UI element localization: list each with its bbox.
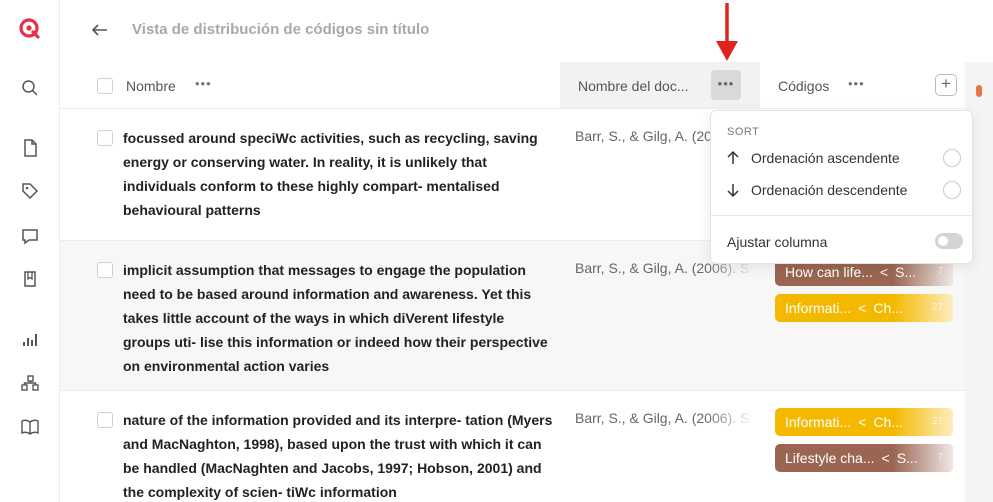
sort-ascending-option[interactable]: Ordenación ascendente bbox=[725, 148, 961, 170]
column-options-menu: SORT Ordenación ascendente Ordenación de… bbox=[710, 110, 973, 264]
menu-divider bbox=[711, 215, 972, 216]
edge-indicator bbox=[976, 85, 982, 97]
table-header: Nombre ••• Nombre del doc... ••• Códigos… bbox=[60, 62, 993, 109]
book-icon[interactable] bbox=[20, 417, 40, 437]
row-text: nature of the information provided and i… bbox=[123, 412, 553, 500]
name-column-options-icon[interactable]: ••• bbox=[195, 76, 212, 91]
annotation-arrow-icon bbox=[716, 3, 738, 61]
fit-column-toggle[interactable] bbox=[935, 233, 963, 249]
network-icon[interactable] bbox=[20, 373, 40, 393]
fit-column-label: Ajustar columna bbox=[727, 234, 828, 250]
arrow-up-icon bbox=[727, 150, 739, 164]
comment-icon[interactable] bbox=[20, 226, 40, 246]
row-text: focussed around speciWc activities, such… bbox=[123, 130, 538, 218]
sort-descending-option[interactable]: Ordenación descendente bbox=[725, 180, 961, 202]
code-tag[interactable]: Informati... < Ch... 27 bbox=[775, 294, 953, 322]
page-title: Vista de distribución de códigos sin tít… bbox=[132, 21, 430, 38]
select-all-checkbox[interactable] bbox=[97, 78, 113, 94]
document-column-options-button[interactable]: ••• bbox=[711, 70, 741, 100]
column-header-codes[interactable]: Códigos bbox=[778, 62, 898, 108]
arrow-down-icon bbox=[727, 184, 739, 198]
document-icon[interactable] bbox=[20, 138, 40, 158]
add-column-button[interactable]: + bbox=[935, 74, 957, 96]
sort-ascending-radio[interactable] bbox=[943, 149, 961, 167]
table-row[interactable]: nature of the information provided and i… bbox=[60, 391, 965, 502]
row-checkbox[interactable] bbox=[97, 412, 113, 428]
top-bar: Vista de distribución de códigos sin tít… bbox=[60, 0, 993, 62]
row-checkbox[interactable] bbox=[97, 262, 113, 278]
codes-column-options-icon[interactable]: ••• bbox=[848, 76, 865, 91]
back-arrow-icon[interactable] bbox=[90, 20, 110, 40]
sort-section-label: SORT bbox=[727, 126, 760, 138]
column-header-document[interactable]: Nombre del doc... ••• bbox=[560, 62, 760, 108]
logo-icon[interactable] bbox=[18, 17, 40, 39]
row-text: implicit assumption that messages to eng… bbox=[123, 262, 548, 374]
bookmark-icon[interactable] bbox=[20, 269, 40, 289]
code-tag[interactable]: Lifestyle cha... < S... 7 bbox=[775, 444, 953, 472]
chart-icon[interactable] bbox=[20, 330, 40, 350]
row-document: Barr, S., & Gilg, A. (2006). S bbox=[575, 410, 755, 426]
tag-icon[interactable] bbox=[20, 181, 40, 201]
search-icon[interactable] bbox=[20, 78, 40, 98]
left-rail bbox=[0, 0, 60, 502]
row-checkbox[interactable] bbox=[97, 130, 113, 146]
sort-descending-radio[interactable] bbox=[943, 181, 961, 199]
column-header-name[interactable]: Nombre bbox=[126, 62, 246, 108]
code-tag[interactable]: Informati... < Ch... 27 bbox=[775, 408, 953, 436]
